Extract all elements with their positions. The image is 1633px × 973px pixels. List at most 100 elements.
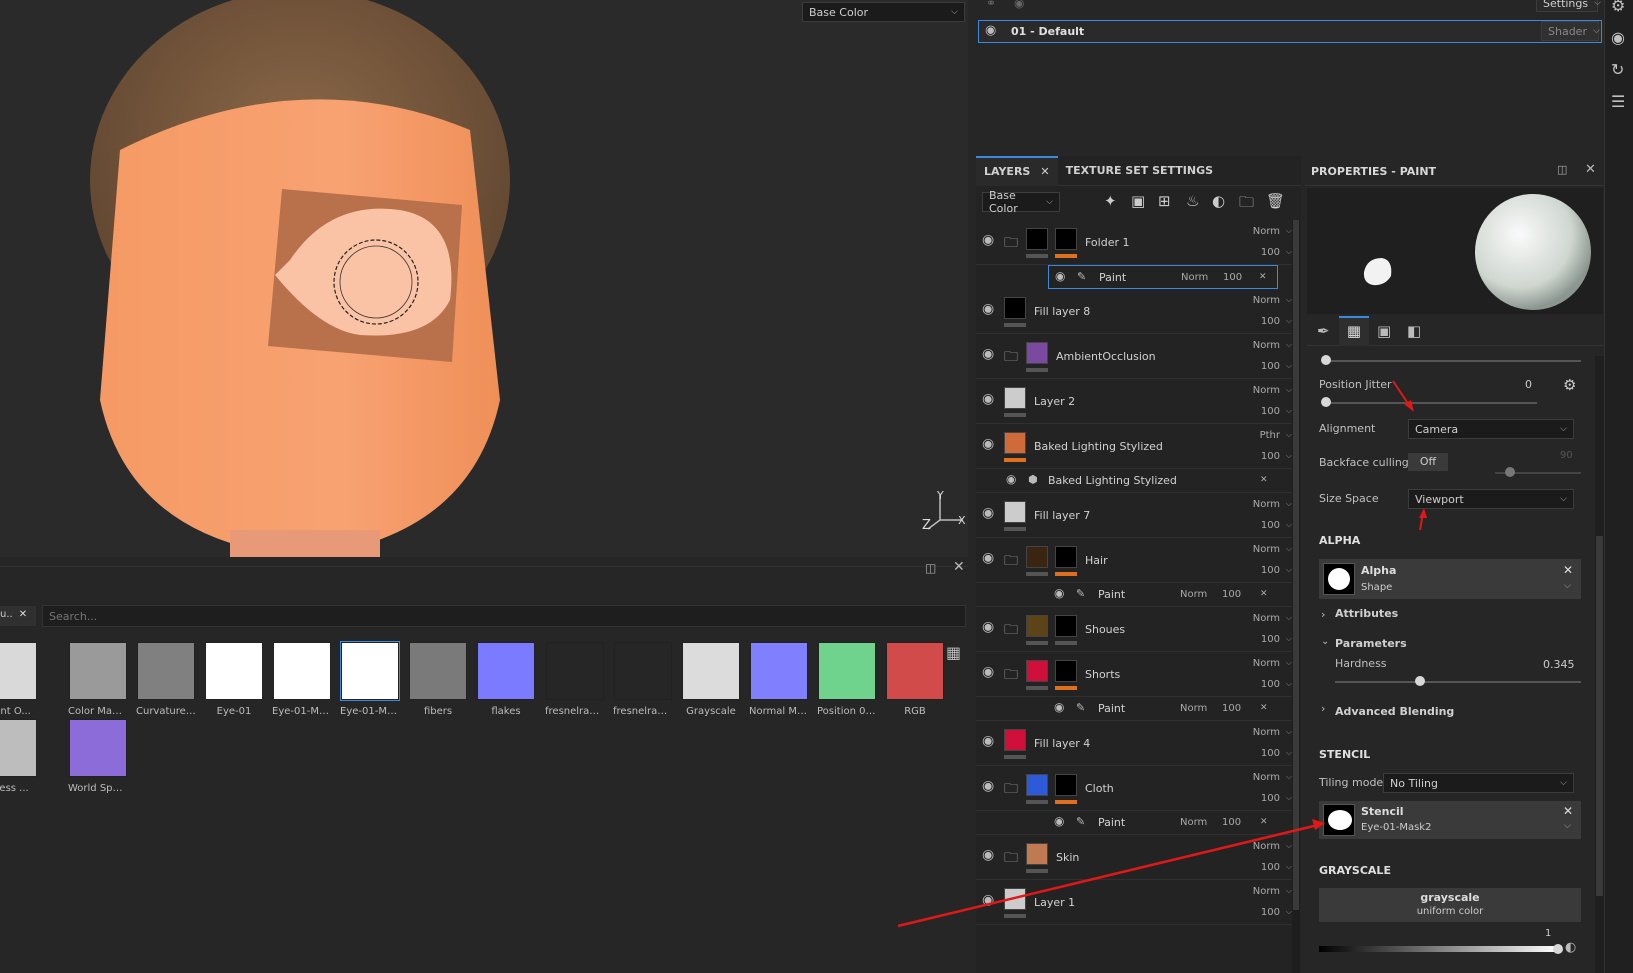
layer-row[interactable]: ◉ 🗀 Hair Norm 100 ⌵ ⌵: [976, 538, 1292, 583]
stencil-resource-slot[interactable]: Stencil Eye-01-Mask2 ✕ ⌵: [1319, 801, 1581, 839]
texture-set-row[interactable]: ◉ 01 - Default Shader ⌵: [978, 20, 1602, 43]
eye-icon[interactable]: ◉: [982, 778, 994, 794]
grayscale-value[interactable]: 1: [1545, 928, 1551, 939]
eye-icon[interactable]: ◉: [1054, 586, 1064, 600]
layer-row[interactable]: ◉ 🗀 Skin Norm 100 ⌵ ⌵: [976, 835, 1292, 880]
alpha-resource-slot[interactable]: Alpha Shape ✕ ⌵: [1319, 559, 1581, 599]
chevron-down-icon[interactable]: ⌵: [1286, 385, 1292, 395]
layer-blend-mode[interactable]: Norm: [1253, 499, 1280, 510]
paint-sublayer-row[interactable]: ◉ ✎ Paint Norm 100 ✕: [976, 811, 1292, 835]
layer-blend-mode[interactable]: Norm: [1253, 544, 1280, 555]
layer-row[interactable]: ◉ Fill layer 8 Norm 100 ⌵ ⌵: [976, 289, 1292, 334]
color-picker-icon[interactable]: ◐: [1565, 940, 1576, 955]
chevron-down-icon[interactable]: ⌵: [1286, 406, 1292, 416]
layer-thumbnail[interactable]: [1026, 843, 1048, 865]
layer-blend-mode[interactable]: Norm: [1253, 613, 1280, 624]
chevron-down-icon[interactable]: ⌵: [1286, 748, 1292, 758]
viewport-channel-select[interactable]: Base Color ⌵: [802, 2, 965, 22]
shelf-tab[interactable]: u.. ✕: [0, 606, 36, 626]
layers-channel-select[interactable]: Base Color ⌵: [982, 189, 1060, 215]
chevron-down-icon[interactable]: ⌵: [1286, 247, 1292, 257]
eye-icon[interactable]: ◉: [1054, 700, 1064, 714]
chevron-down-icon[interactable]: ⌵: [1286, 544, 1292, 554]
layer-thumbnail[interactable]: [1026, 774, 1048, 796]
shader-settings-icon[interactable]: ◉: [1611, 28, 1625, 47]
properties-maximize-icon[interactable]: ◫: [1557, 163, 1567, 176]
remove-sublayer-icon[interactable]: ✕: [1260, 589, 1268, 599]
grayscale-knob[interactable]: [1553, 944, 1563, 954]
layer-row[interactable]: ◉ Layer 1 Norm 100 ⌵ ⌵: [976, 880, 1292, 925]
shelf-item[interactable]: Curvature ...: [136, 642, 196, 717]
layer-blend-mode[interactable]: Norm: [1253, 385, 1280, 396]
layer-row[interactable]: ◉ 🗀 Folder 1 Norm 100 ⌵ ⌵: [976, 220, 1292, 265]
advanced-blending-chevron-icon[interactable]: ›: [1321, 702, 1325, 715]
chevron-down-icon[interactable]: ⌵: [1286, 658, 1292, 668]
sublayer-blend[interactable]: Norm: [1180, 703, 1207, 714]
chevron-down-icon[interactable]: ⌵: [1286, 520, 1292, 530]
chevron-down-icon[interactable]: ⌵: [1286, 634, 1292, 644]
folder-icon[interactable]: 🗀: [1004, 619, 1018, 643]
chevron-down-icon[interactable]: ⌵: [1286, 772, 1292, 782]
shelf-item[interactable]: flakes: [476, 642, 536, 717]
folder-icon[interactable]: 🗀: [1004, 346, 1018, 370]
paint-sublayer-row[interactable]: ◉ ✎ Paint Norm 100 ✕: [976, 583, 1292, 607]
properties-close-icon[interactable]: ✕: [1585, 162, 1596, 177]
layer-thumbnail[interactable]: [1026, 342, 1048, 364]
paint-sublayer-row[interactable]: ◉ ✎ Paint Norm 100 ✕: [1048, 265, 1278, 289]
layer-row[interactable]: ◉ 🗀 Cloth Norm 100 ⌵ ⌵: [976, 766, 1292, 811]
shelf-item[interactable]: bient O...: [0, 642, 38, 717]
chevron-down-icon[interactable]: ⌵: [1286, 793, 1292, 803]
folder-icon[interactable]: 🗀: [1004, 232, 1018, 256]
layer-blend-mode[interactable]: Norm: [1253, 841, 1280, 852]
chevron-down-icon[interactable]: ⌵: [1286, 679, 1292, 689]
layer-opacity[interactable]: 100: [1261, 793, 1280, 804]
layer-opacity[interactable]: 100: [1261, 361, 1280, 372]
eye-icon[interactable]: ◉: [982, 550, 994, 566]
layer-blend-mode[interactable]: Norm: [1253, 727, 1280, 738]
shelf-item[interactable]: Grayscale: [681, 642, 741, 717]
attributes-label[interactable]: Attributes: [1335, 607, 1398, 620]
display-settings-icon[interactable]: ⚙: [1611, 0, 1625, 15]
attributes-chevron-icon[interactable]: ›: [1321, 608, 1325, 621]
layer-row[interactable]: ◉ 🗀 AmbientOcclusion Norm 100 ⌵ ⌵: [976, 334, 1292, 379]
chevron-down-icon[interactable]: ⌵: [1286, 499, 1292, 509]
eye-icon[interactable]: ◉: [982, 619, 994, 635]
link-icon[interactable]: ⚭: [986, 0, 996, 10]
layer-opacity[interactable]: 100: [1261, 679, 1280, 690]
layer-thumbnail[interactable]: [1026, 615, 1048, 637]
sublayer-blend[interactable]: Norm: [1180, 589, 1207, 600]
grayscale-resource-slot[interactable]: grayscale uniform color: [1319, 888, 1581, 922]
add-effect-icon[interactable]: ✦: [1104, 192, 1117, 210]
history-icon[interactable]: ↻: [1611, 60, 1624, 79]
shelf-item[interactable]: Position 01 ...: [817, 642, 877, 717]
grid-view-icon[interactable]: ▦: [946, 643, 961, 662]
settings-dropdown[interactable]: Settings ⌵: [1536, 0, 1601, 12]
shelf-item[interactable]: fresnelranges: [545, 642, 605, 717]
layer-mask-thumbnail[interactable]: [1055, 546, 1077, 568]
layer-thumbnail[interactable]: [1004, 729, 1026, 751]
chevron-down-icon[interactable]: ⌵: [1286, 565, 1292, 575]
sublayer-opacity[interactable]: 100: [1222, 703, 1241, 714]
alpha-expand-icon[interactable]: ⌵: [1564, 581, 1571, 591]
properties-scrollbar-thumb[interactable]: [1596, 536, 1603, 896]
layer-row[interactable]: ◉ 🗀 Shoues Norm 100 ⌵ ⌵: [976, 607, 1292, 652]
layer-opacity[interactable]: 100: [1261, 907, 1280, 918]
layer-thumbnail[interactable]: [1026, 660, 1048, 682]
chevron-down-icon[interactable]: ⌵: [1286, 340, 1292, 350]
layer-mask-thumbnail[interactable]: [1055, 615, 1077, 637]
position-jitter-track[interactable]: [1323, 402, 1537, 404]
layer-opacity[interactable]: 100: [1261, 316, 1280, 327]
material-tab-icon[interactable]: ▦: [1339, 316, 1369, 346]
3d-viewport[interactable]: Base Color ⌵ Y Z X: [0, 0, 968, 557]
layer-opacity[interactable]: 100: [1261, 520, 1280, 531]
layer-blend-mode[interactable]: Norm: [1253, 295, 1280, 306]
top-slider-knob[interactable]: [1321, 355, 1331, 365]
eye-icon[interactable]: ◉: [982, 505, 994, 521]
shelf-item[interactable]: World Spac...: [68, 719, 128, 794]
add-fill-layer-icon[interactable]: ♨: [1186, 192, 1199, 210]
chevron-down-icon[interactable]: ⌵: [1286, 613, 1292, 623]
shelf-maximize-icon[interactable]: ◫: [925, 561, 936, 575]
add-folder-icon[interactable]: 🗀: [1239, 192, 1254, 217]
layer-opacity[interactable]: 100: [1261, 406, 1280, 417]
sublayer-blend[interactable]: Norm: [1180, 817, 1207, 828]
